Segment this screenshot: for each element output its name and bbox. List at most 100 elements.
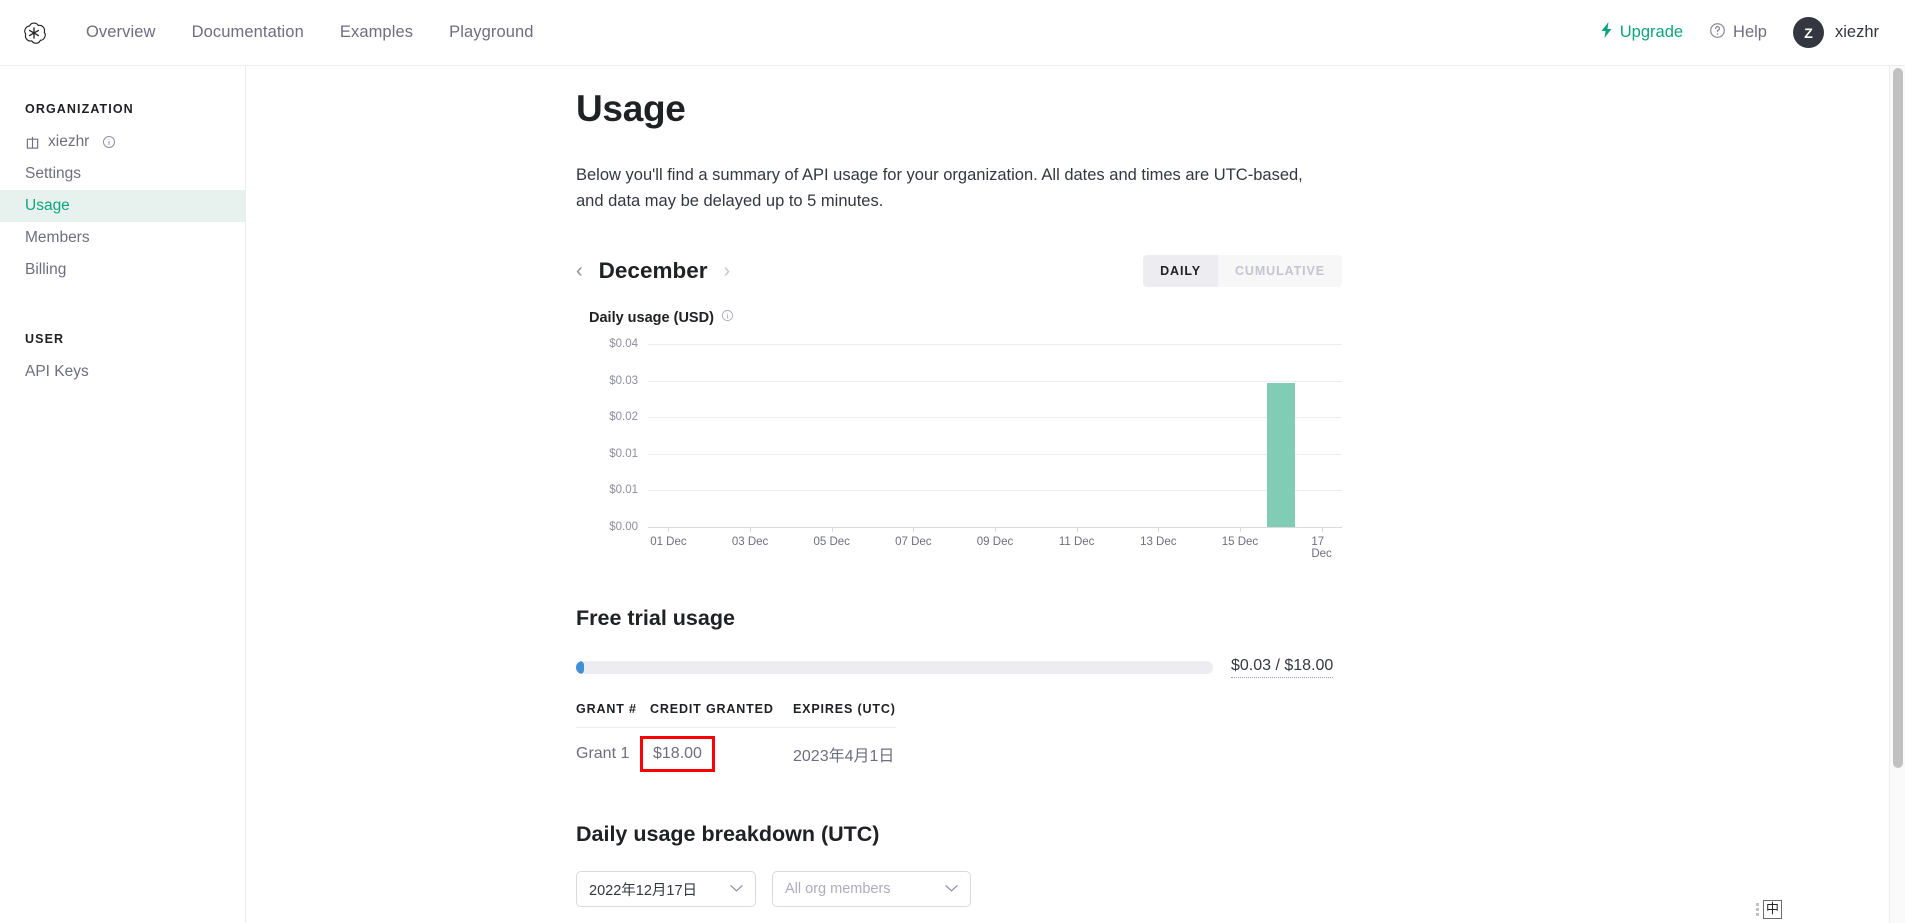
primary-navigation: Overview Documentation Examples Playgrou… (86, 23, 534, 42)
upgrade-button[interactable]: Upgrade (1601, 22, 1683, 43)
x-tick-mark (832, 527, 833, 532)
chevron-down-icon (945, 882, 958, 896)
sidebar-item-label: API Keys (25, 363, 89, 381)
chevron-down-icon (730, 882, 743, 896)
nav-link-overview[interactable]: Overview (86, 23, 156, 42)
progress-bar-fill (576, 661, 584, 674)
cell-expires: 2023年4月1日 (793, 728, 896, 767)
question-circle-icon (1709, 22, 1726, 44)
view-mode-toggle: DAILY CUMULATIVE (1143, 255, 1342, 287)
user-name: xiezhr (1835, 23, 1879, 42)
x-tick-mark (995, 527, 996, 532)
sidebar-item-usage[interactable]: Usage (0, 190, 245, 222)
tab-cumulative[interactable]: CUMULATIVE (1218, 255, 1342, 287)
x-tick-mark (668, 527, 669, 532)
free-trial-heading: Free trial usage (576, 606, 1342, 631)
ime-floating-toolbar[interactable]: 中 (1756, 900, 1782, 919)
sidebar-item-label: Usage (25, 197, 70, 215)
nav-link-examples[interactable]: Examples (340, 23, 413, 42)
sidebar-item-label: Members (25, 229, 90, 247)
page-title: Usage (576, 88, 1342, 130)
next-month-button[interactable]: › (723, 261, 730, 281)
page-scrollbar[interactable] (1889, 66, 1905, 923)
y-tick-label: $0.02 (609, 411, 638, 423)
chart-header: ‹ December › DAILY CUMULATIVE (576, 254, 1342, 288)
y-tick-label: $0.03 (609, 375, 638, 387)
x-tick-mark (1158, 527, 1159, 532)
sidebar-item-org-name[interactable]: xiezhr (0, 126, 245, 158)
building-icon (25, 135, 40, 150)
ime-language-icon[interactable]: 中 (1763, 900, 1782, 919)
openai-logo-icon[interactable] (18, 17, 50, 49)
sidebar-item-billing[interactable]: Billing (0, 254, 245, 286)
y-tick-label: $0.04 (609, 338, 638, 350)
chart-bars (648, 344, 1342, 527)
progress-bar-track (576, 661, 1213, 674)
chart-x-axis: 01 Dec03 Dec05 Dec07 Dec09 Dec11 Dec13 D… (648, 536, 1342, 556)
previous-month-button[interactable]: ‹ (576, 261, 583, 281)
help-button[interactable]: Help (1709, 22, 1767, 44)
x-tick-label: 01 Dec (650, 536, 686, 548)
grants-table: GRANT # CREDIT GRANTED EXPIRES (UTC) Gra… (576, 702, 896, 766)
sidebar-item-api-keys[interactable]: API Keys (0, 356, 245, 388)
ime-drag-handle[interactable] (1756, 903, 1759, 916)
x-tick-label: 15 Dec (1222, 536, 1258, 548)
nav-link-documentation[interactable]: Documentation (192, 23, 304, 42)
upgrade-label: Upgrade (1620, 23, 1683, 42)
sidebar-item-label: Settings (25, 165, 81, 183)
chart-x-ticks (648, 527, 1342, 533)
page-description: Below you'll find a summary of API usage… (576, 162, 1316, 214)
x-tick-label: 09 Dec (977, 536, 1013, 548)
sidebar-item-label: Billing (25, 261, 66, 279)
date-select-value: 2022年12月17日 (589, 879, 697, 900)
chart-bar[interactable] (1267, 383, 1295, 527)
credit-granted-value-highlight: $18.00 (640, 736, 715, 772)
sidebar-item-label: xiezhr (48, 133, 89, 151)
x-tick-label: 17 Dec (1311, 536, 1331, 560)
sidebar: ORGANIZATION xiezhr Settings Usage Membe… (0, 66, 246, 923)
scrollbar-thumb[interactable] (1893, 68, 1903, 768)
table-header-row: GRANT # CREDIT GRANTED EXPIRES (UTC) (576, 702, 896, 728)
y-tick-label: $0.01 (609, 448, 638, 460)
main-content-area: Usage Below you'll find a summary of API… (246, 66, 1886, 923)
member-select[interactable]: All org members (772, 871, 971, 907)
info-circle-icon[interactable] (721, 309, 734, 326)
chart-caption: Daily usage (USD) (589, 309, 1342, 326)
header-right-actions: Upgrade Help Z xiezhr (1601, 17, 1879, 48)
tab-daily[interactable]: DAILY (1143, 255, 1218, 287)
cell-credit-granted: $18.00 (650, 728, 793, 767)
x-tick-mark (913, 527, 914, 532)
table-row: Grant 1 $18.00 2023年4月1日 (576, 728, 896, 767)
member-select-placeholder: All org members (785, 881, 891, 897)
x-tick-label: 11 Dec (1059, 536, 1095, 548)
x-tick-label: 13 Dec (1140, 536, 1176, 548)
x-tick-label: 05 Dec (813, 536, 849, 548)
chart-caption-label: Daily usage (USD) (589, 310, 714, 326)
usage-bar-chart: $0.04$0.03$0.02$0.01$0.01$0.00 01 Dec03 … (576, 344, 1342, 554)
sidebar-item-members[interactable]: Members (0, 222, 245, 254)
x-tick-mark (750, 527, 751, 532)
x-tick-mark (1077, 527, 1078, 532)
nav-link-playground[interactable]: Playground (449, 23, 533, 42)
breakdown-filters: 2022年12月17日 All org members (576, 871, 1342, 907)
free-trial-progress-row: $0.03 / $18.00 (576, 657, 1342, 678)
y-tick-label: $0.00 (609, 521, 638, 533)
info-circle-icon[interactable] (102, 135, 116, 149)
chart-y-axis: $0.04$0.03$0.02$0.01$0.01$0.00 (576, 344, 638, 527)
column-header-grant: GRANT # (576, 702, 650, 728)
cell-grant-number: Grant 1 (576, 728, 650, 767)
top-header-bar: Overview Documentation Examples Playgrou… (0, 0, 1905, 66)
breakdown-heading: Daily usage breakdown (UTC) (576, 822, 1342, 847)
x-tick-mark (1322, 527, 1323, 532)
column-header-credit-granted: CREDIT GRANTED (650, 702, 793, 728)
date-select[interactable]: 2022年12月17日 (576, 871, 756, 907)
help-label: Help (1733, 23, 1767, 42)
column-header-expires: EXPIRES (UTC) (793, 702, 896, 728)
user-menu[interactable]: Z xiezhr (1793, 17, 1879, 48)
sidebar-item-settings[interactable]: Settings (0, 158, 245, 190)
x-tick-label: 03 Dec (732, 536, 768, 548)
month-navigation: ‹ December › (576, 258, 730, 284)
avatar: Z (1793, 17, 1824, 48)
sidebar-section-user: USER (25, 332, 245, 346)
bolt-icon (1601, 22, 1614, 43)
